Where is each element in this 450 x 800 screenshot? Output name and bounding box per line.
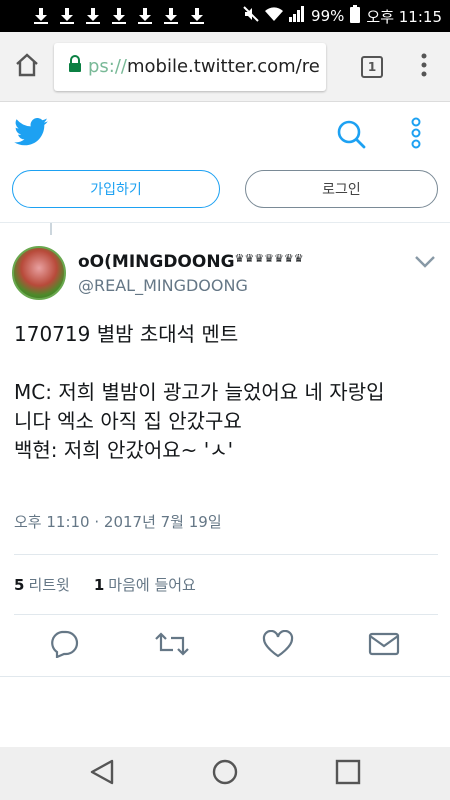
user-handle[interactable]: @REAL_MINGDOONG	[78, 276, 248, 295]
like-stat[interactable]: 1 마음에 들어요	[94, 574, 196, 595]
recents-icon[interactable]	[334, 758, 362, 790]
system-nav-bar	[0, 747, 450, 800]
lock-icon	[68, 55, 82, 78]
home-icon	[14, 52, 40, 82]
retweet-label: 리트윗	[28, 576, 70, 594]
search-icon[interactable]	[336, 119, 366, 153]
download-icon	[138, 8, 152, 24]
divider	[14, 614, 438, 615]
overflow-menu-icon	[421, 53, 427, 81]
retweet-count: 5	[14, 576, 25, 594]
tweet-stats: 5 리트윗 1 마음에 들어요	[14, 574, 196, 595]
reply-icon[interactable]	[44, 624, 84, 664]
divider	[14, 554, 438, 555]
status-time: 오후 11:15	[366, 7, 442, 26]
avatar[interactable]	[12, 246, 66, 300]
tweet-actions	[0, 624, 450, 670]
tweet-text-line: MC: 저희 별밤이 광고가 늘었어요 네 자랑입	[14, 380, 385, 404]
signal-icon	[289, 6, 305, 26]
url-text: ps://mobile.twitter.com/re	[88, 56, 320, 77]
home-button[interactable]	[0, 32, 54, 102]
retweet-icon[interactable]	[152, 624, 192, 664]
notification-icons	[34, 8, 204, 24]
like-icon[interactable]	[258, 624, 298, 664]
download-icon	[164, 8, 178, 24]
divider	[0, 676, 450, 677]
url-bar[interactable]: ps://mobile.twitter.com/re	[54, 42, 326, 91]
like-label: 마음에 들어요	[108, 576, 196, 594]
download-icon	[34, 8, 48, 24]
thread-connector	[50, 223, 52, 235]
system-status: 99% 오후 11:15	[243, 5, 442, 27]
wifi-icon	[265, 6, 284, 26]
login-button[interactable]: 로그인	[245, 170, 438, 208]
mute-icon	[243, 6, 259, 26]
twitter-header: 가입하기 로그인	[0, 103, 450, 223]
home-nav-icon[interactable]	[211, 758, 239, 790]
tweet-text-line: 170719 별밤 초대석 멘트	[14, 322, 239, 346]
tweet-timestamp[interactable]: 오후 11:10 · 2017년 7월 19일	[14, 511, 222, 532]
download-icon	[60, 8, 74, 24]
download-icon	[112, 8, 126, 24]
download-icon	[190, 8, 204, 24]
twitter-bird-icon[interactable]	[14, 117, 48, 150]
tweet-text: 170719 별밤 초대석 멘트 MC: 저희 별밤이 광고가 늘었어요 네 자…	[14, 320, 439, 465]
message-icon[interactable]	[364, 624, 404, 664]
battery-icon	[350, 5, 361, 27]
download-icon	[86, 8, 100, 24]
status-bar: 99% 오후 11:15	[0, 0, 450, 32]
tabs-icon: 1	[361, 55, 383, 78]
browser-toolbar: ps://mobile.twitter.com/re 1	[0, 32, 450, 102]
display-name-text: oO(MINGDOONG	[78, 252, 235, 272]
url-host: mobile.twitter.com/re	[127, 56, 320, 77]
back-icon[interactable]	[88, 758, 116, 790]
signup-button[interactable]: 가입하기	[12, 170, 220, 208]
like-count: 1	[93, 576, 105, 594]
url-scheme: ps://	[88, 56, 127, 77]
display-name[interactable]: oO(MINGDOONG♛♛♛♛♛♛♛	[78, 252, 304, 272]
tabs-button[interactable]: 1	[350, 32, 394, 102]
more-icon[interactable]	[410, 117, 422, 153]
tweet-text-line: 니다 엑소 아직 집 안갔구요	[14, 409, 242, 433]
crown-emoji-decoration: ♛♛♛♛♛♛♛	[234, 252, 304, 265]
chevron-down-icon[interactable]	[414, 254, 436, 273]
tweet-text-line: 백현: 저희 안갔어요~ 'ㅅ'	[14, 438, 234, 462]
tweet-text-gap	[14, 349, 439, 378]
overflow-menu-button[interactable]	[404, 32, 444, 102]
retweet-stat[interactable]: 5 리트윗	[14, 574, 70, 595]
battery-percent: 99%	[311, 7, 345, 25]
